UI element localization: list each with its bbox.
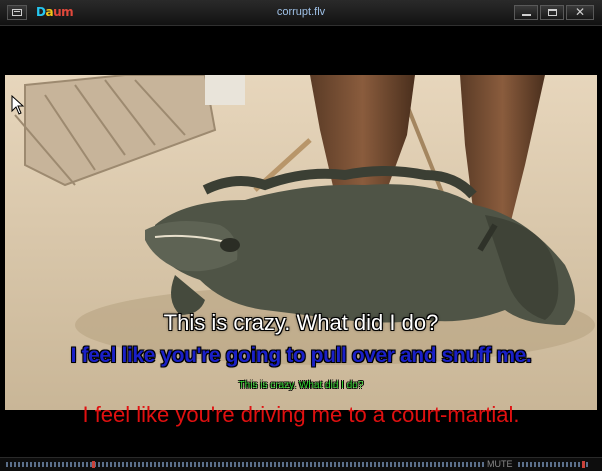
subtitle-line-1: This is crazy. What did I do? [163, 310, 439, 335]
minimize-button[interactable] [514, 5, 538, 20]
window-title: corrupt.flv [276, 6, 326, 18]
subtitle-line-3: This is crazy. What did I do? [238, 380, 364, 391]
white-object [205, 75, 245, 105]
seek-handle[interactable] [92, 461, 96, 468]
volume-slider[interactable] [518, 462, 588, 467]
title-bar: Daum corrupt.flv ✕ [0, 0, 602, 26]
maximize-button[interactable] [540, 5, 564, 20]
status-bar: MUTE [0, 457, 602, 471]
volume-handle[interactable] [581, 461, 585, 468]
close-button[interactable]: ✕ [566, 5, 594, 20]
mute-button[interactable]: MUTE [487, 459, 513, 469]
maximize-icon [548, 9, 557, 16]
seek-bar[interactable] [6, 462, 484, 467]
subtitle-line-4: I feel like you're driving me to a court… [82, 402, 520, 427]
close-icon: ✕ [574, 5, 586, 19]
minimize-icon [522, 14, 531, 16]
subtitle-line-2: I feel like you're going to pull over an… [70, 344, 532, 367]
